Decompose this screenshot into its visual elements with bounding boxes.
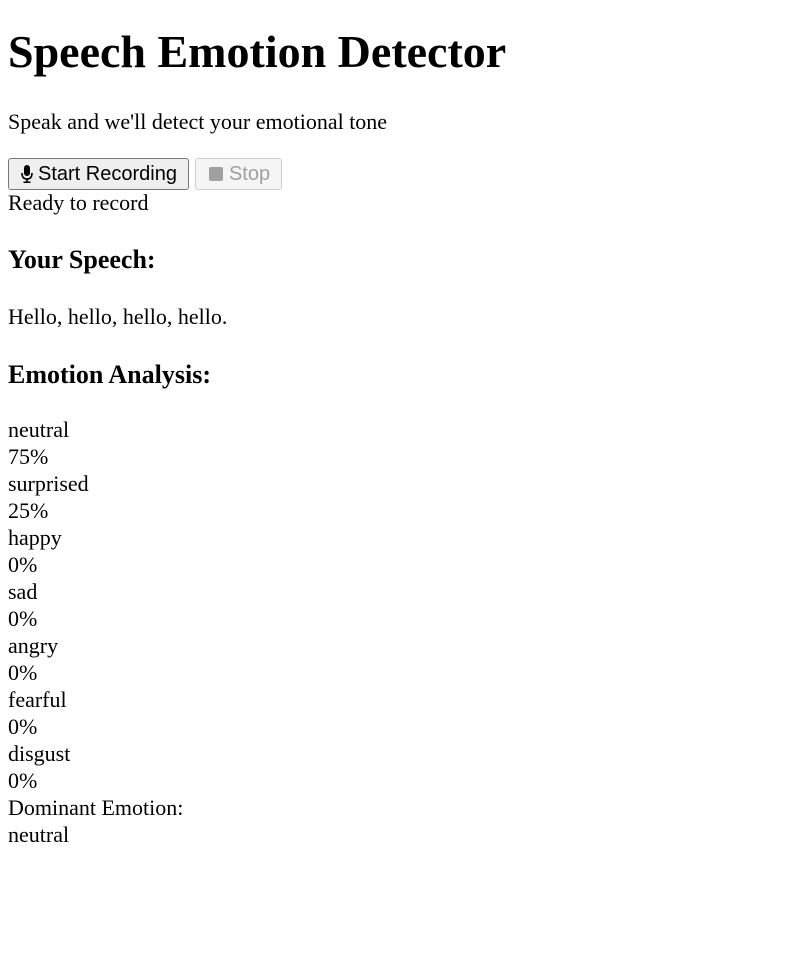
emotion-label: neutral [8, 417, 70, 442]
status-text: Ready to record [8, 190, 149, 215]
emotion-item-fearful: fearful 0% [8, 686, 779, 740]
page-title: Speech Emotion Detector [8, 26, 507, 77]
page-subtitle: Speak and we'll detect your emotional to… [8, 109, 388, 134]
emotion-percent: 0% [8, 768, 38, 793]
stop-button[interactable]: Stop [194, 158, 283, 190]
emotion-percent: 0% [8, 552, 38, 577]
start-recording-button[interactable]: Start Recording [8, 158, 189, 190]
emotion-list: neutral 75% surprised 25% happy 0% sad 0… [8, 391, 779, 848]
emotion-item-angry: angry 0% [8, 632, 779, 686]
emotion-item-neutral: neutral 75% [8, 416, 779, 470]
stop-square-icon [208, 166, 224, 182]
emotion-label: angry [8, 633, 59, 658]
emotion-percent: 25% [8, 498, 49, 523]
dominant-emotion-value: neutral [8, 822, 70, 847]
stop-label: Stop [228, 162, 271, 185]
emotion-percent: 0% [8, 606, 38, 631]
emotion-item-sad: sad 0% [8, 578, 779, 632]
emotion-item-disgust: disgust 0% [8, 740, 779, 794]
emotion-analysis-heading: Emotion Analysis: [8, 360, 211, 389]
emotion-percent: 75% [8, 444, 49, 469]
recording-controls: Start Recording Stop [8, 135, 779, 190]
emotion-item-happy: happy 0% [8, 524, 779, 578]
emotion-label: sad [8, 579, 38, 604]
start-recording-label: Start Recording [38, 162, 177, 185]
emotion-label: disgust [8, 741, 71, 766]
page: Speech Emotion Detector Speak and we'll … [0, 0, 787, 848]
dominant-emotion-label: Dominant Emotion: [8, 795, 184, 820]
speech-heading: Your Speech: [8, 245, 156, 274]
microphone-icon [21, 165, 33, 183]
emotion-label: surprised [8, 471, 89, 496]
emotion-label: fearful [8, 687, 67, 712]
emotion-percent: 0% [8, 660, 38, 685]
speech-transcript: Hello, hello, hello, hello. [8, 304, 228, 329]
emotion-percent: 0% [8, 714, 38, 739]
emotion-item-surprised: surprised 25% [8, 470, 779, 524]
dominant-emotion: Dominant Emotion: neutral [8, 794, 779, 848]
emotion-label: happy [8, 525, 62, 550]
